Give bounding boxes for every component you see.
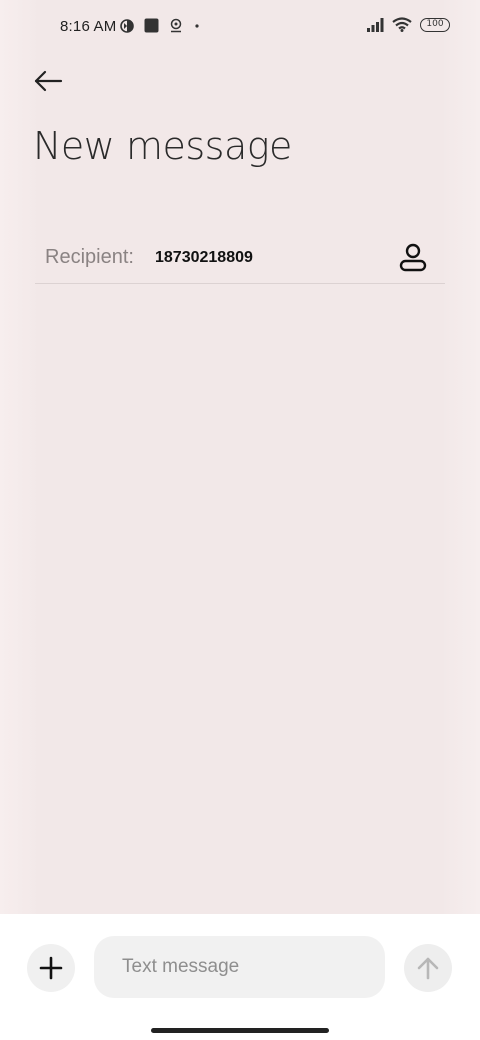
person-icon [395, 240, 431, 276]
data-saver-icon [120, 18, 134, 33]
message-composer [0, 914, 480, 1040]
plus-icon [39, 956, 63, 980]
arrow-left-icon [28, 64, 68, 98]
status-system-icons: 100 [367, 17, 450, 32]
recipient-label: Recipient: [45, 246, 134, 268]
arrow-up-icon [415, 955, 441, 981]
wifi-icon [392, 17, 412, 32]
send-button[interactable] [404, 944, 452, 992]
status-bar: 8:16 AM 100 [0, 0, 480, 56]
status-time: 8:16 AM [60, 18, 117, 35]
page-title: New message [33, 124, 292, 168]
app-notification-icon [144, 18, 159, 33]
add-attachment-button[interactable] [27, 944, 75, 992]
recipient-field[interactable]: Recipient: 18730218809 [35, 232, 445, 284]
home-indicator[interactable] [151, 1028, 329, 1033]
recipient-value[interactable]: 18730218809 [155, 249, 253, 267]
signal-icon [367, 17, 384, 32]
select-contact-button[interactable] [395, 240, 431, 276]
status-notification-icons [120, 18, 201, 33]
message-input[interactable] [94, 936, 385, 998]
back-button[interactable] [28, 64, 68, 98]
location-badge-icon [169, 18, 183, 33]
dot-icon [193, 22, 201, 30]
battery-icon: 100 [420, 17, 450, 32]
